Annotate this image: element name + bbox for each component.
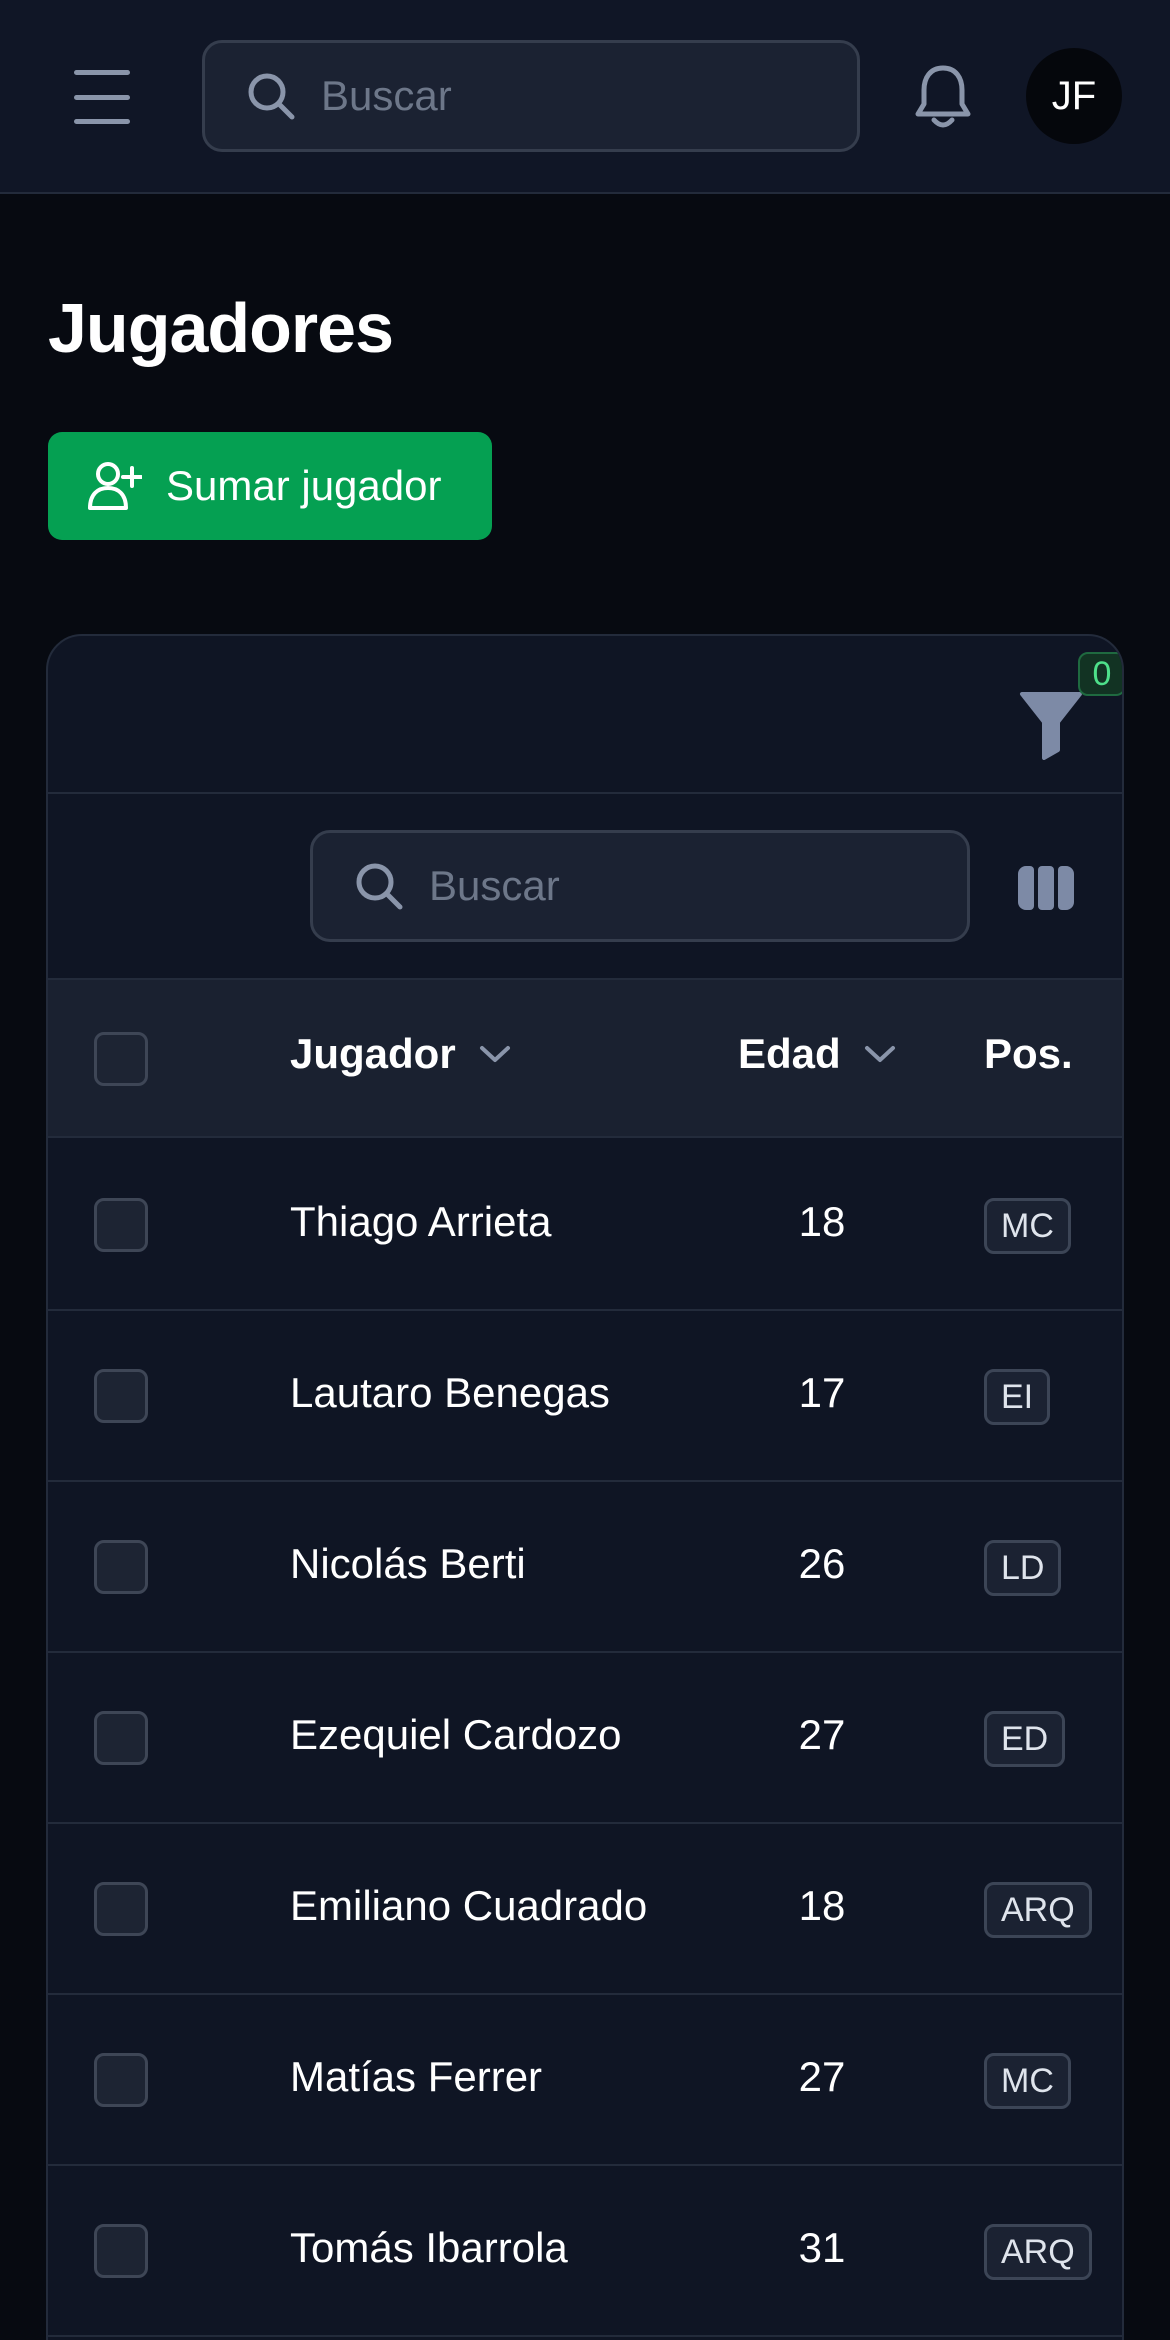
chevron-down-icon xyxy=(479,1046,510,1062)
player-name: Nicolás Berti xyxy=(290,1540,526,1587)
player-name: Matías Ferrer xyxy=(290,2053,543,2100)
position-badge: ED xyxy=(984,1711,1066,1767)
column-header-age-label: Edad xyxy=(738,1030,841,1077)
position-badge: LD xyxy=(984,1540,1062,1596)
table-card-header: 0 xyxy=(48,636,1122,794)
player-age: 26 xyxy=(798,1540,846,1587)
table-row[interactable]: Tomás Ibarrola 31 ARQ xyxy=(48,2166,1122,2337)
table-row[interactable]: Thiago Arrieta 18 MC xyxy=(48,1140,1122,1311)
add-player-label: Sumar jugador xyxy=(166,462,442,509)
position-badge: EI xyxy=(984,1369,1051,1425)
table-row[interactable]: Nicolás Berti 26 LD xyxy=(48,1482,1122,1653)
player-age: 18 xyxy=(798,1198,846,1245)
row-checkbox[interactable] xyxy=(94,1711,148,1765)
table-row[interactable]: Lautaro Benegas 17 EI xyxy=(48,1311,1122,1482)
table-row[interactable]: Matías Ferrer 27 MC xyxy=(48,1995,1122,2166)
player-age: 31 xyxy=(798,2224,846,2271)
top-bar: JF xyxy=(0,0,1170,194)
player-age: 27 xyxy=(798,2053,846,2100)
chevron-down-icon xyxy=(864,1046,895,1062)
player-name: Thiago Arrieta xyxy=(290,1198,552,1245)
position-badge: ARQ xyxy=(984,2224,1092,2280)
avatar[interactable]: JF xyxy=(1026,48,1122,144)
column-header-player[interactable]: Jugador xyxy=(290,1030,512,1078)
column-header-position-label: Pos. xyxy=(984,1030,1073,1077)
global-search[interactable] xyxy=(202,40,860,152)
player-age: 27 xyxy=(798,1711,846,1758)
column-header-age[interactable]: Edad xyxy=(738,1030,897,1078)
player-name: Lautaro Benegas xyxy=(290,1369,610,1416)
row-checkbox[interactable] xyxy=(94,2053,148,2107)
bell-icon[interactable] xyxy=(910,62,976,132)
row-checkbox[interactable] xyxy=(94,1369,148,1423)
row-checkbox[interactable] xyxy=(94,1198,148,1252)
filter-icon[interactable] xyxy=(1018,688,1084,760)
column-header-player-label: Jugador xyxy=(290,1030,456,1077)
player-age: 18 xyxy=(798,1882,846,1929)
position-badge: MC xyxy=(984,1198,1071,1254)
table-row[interactable]: Emiliano Cuadrado 18 ARQ xyxy=(48,1824,1122,1995)
player-name: Tomás Ibarrola xyxy=(290,2224,568,2271)
table-search-input[interactable] xyxy=(429,862,909,910)
user-plus-icon xyxy=(88,462,142,510)
select-all-checkbox[interactable] xyxy=(94,1032,148,1086)
search-icon xyxy=(356,863,403,910)
row-checkbox[interactable] xyxy=(94,2224,148,2278)
page-title: Jugadores xyxy=(48,289,394,367)
player-name: Ezequiel Cardozo xyxy=(290,1711,622,1758)
global-search-input[interactable] xyxy=(321,72,801,120)
player-age: 17 xyxy=(798,1369,846,1416)
players-table-card: 0 Jugador Edad Pos. xyxy=(46,634,1124,2340)
add-player-button[interactable]: Sumar jugador xyxy=(48,432,492,540)
table-search[interactable] xyxy=(310,830,970,942)
row-checkbox[interactable] xyxy=(94,1540,148,1594)
player-name: Emiliano Cuadrado xyxy=(290,1882,648,1929)
row-checkbox[interactable] xyxy=(94,1882,148,1936)
table-header-row: Jugador Edad Pos. xyxy=(48,978,1122,1138)
column-header-position: Pos. xyxy=(984,1030,1073,1078)
position-badge: ARQ xyxy=(984,1882,1092,1938)
menu-icon[interactable] xyxy=(70,70,134,124)
table-row[interactable]: Ezequiel Cardozo 27 ED xyxy=(48,1653,1122,1824)
filter-count-badge: 0 xyxy=(1078,652,1122,696)
table-toolbar xyxy=(48,796,1122,976)
columns-icon[interactable] xyxy=(1018,866,1074,910)
search-icon xyxy=(248,73,295,120)
position-badge: MC xyxy=(984,2053,1071,2109)
